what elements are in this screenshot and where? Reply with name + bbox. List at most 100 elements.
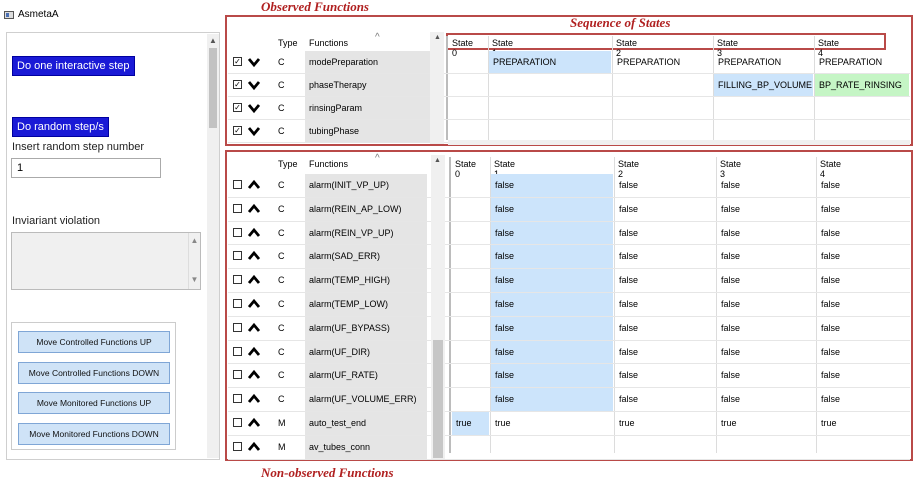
observed-function-name[interactable]: phaseTherapy [305,74,441,96]
non-observed-state-cell[interactable] [615,436,715,459]
non-observed-state-cell[interactable]: false [615,317,715,340]
non-observed-state-cell[interactable] [452,198,489,221]
non-observed-state-cell[interactable]: false [717,245,815,268]
chevron-up-icon[interactable] [247,321,261,335]
non-observed-state-cell[interactable]: false [717,317,815,340]
chevron-up-icon[interactable] [247,178,261,192]
observe-checkbox[interactable] [233,394,242,404]
non-observed-state-cell[interactable] [491,436,613,459]
observe-checkbox-checked[interactable]: ✓ [233,80,242,89]
non-observed-function-name[interactable]: alarm(UF_BYPASS) [305,316,427,340]
interactive-step-button[interactable]: Do one interactive step [12,56,135,76]
non-observed-state-cell[interactable] [817,436,909,459]
chevron-up-icon[interactable] [247,202,261,216]
non-observed-function-name[interactable]: av_tubes_conn [305,435,427,459]
non-observed-state-cell[interactable]: false [717,364,815,387]
non-observed-state-cell[interactable] [452,341,489,364]
non-observed-function-name[interactable]: alarm(SAD_ERR) [305,245,427,269]
observe-checkbox[interactable] [233,227,242,237]
non-observed-state-cell[interactable]: false [491,269,613,292]
scroll-up-icon[interactable]: ▲ [434,34,441,41]
chevron-up-icon[interactable] [247,345,261,359]
observed-state-cell[interactable] [489,74,611,96]
non-observed-function-name[interactable]: alarm(INIT_VP_UP) [305,174,427,197]
move-controlled-down-button[interactable]: Move Controlled Functions DOWN [18,362,170,384]
observed-state-cell[interactable] [815,120,909,142]
observed-state-cell[interactable] [714,97,813,119]
non-observed-state-cell[interactable]: false [717,198,815,221]
observed-state-cell[interactable] [613,97,712,119]
non-observed-function-name[interactable]: alarm(UF_VOLUME_ERR) [305,388,427,411]
non-observed-state-cell[interactable]: false [491,364,613,388]
observed-horizontal-scrollbar[interactable] [448,140,910,145]
chevron-up-icon[interactable] [247,416,261,430]
non-observed-state-cell[interactable] [452,388,489,411]
observed-state-cell[interactable] [449,51,487,73]
non-observed-state-cell[interactable]: false [491,174,613,197]
non-observed-state-cell[interactable]: false [717,341,815,364]
control-panel-scroll-thumb[interactable] [209,48,217,128]
observe-checkbox-checked[interactable]: ✓ [233,126,242,135]
observed-functions-scrollbar[interactable] [430,32,444,144]
non-observed-function-name[interactable]: alarm(REIN_AP_LOW) [305,197,427,221]
non-observed-state-cell[interactable]: false [817,222,909,245]
non-observed-state-cell[interactable]: false [717,269,815,292]
observed-functions-header[interactable]: Functions [309,38,348,48]
chevron-down-icon[interactable] [247,124,261,138]
non-observed-state-cell[interactable] [452,293,489,316]
observed-state-cell[interactable] [714,120,813,142]
non-observed-state-cell[interactable]: false [615,341,715,364]
non-observed-state-cell[interactable] [452,222,489,245]
observe-checkbox[interactable] [233,180,242,189]
non-observed-state-cell[interactable]: false [491,293,613,316]
non-observed-state-cell[interactable]: false [817,341,909,364]
non-observed-state-cell[interactable]: false [817,388,909,411]
non-observed-state-cell[interactable]: false [817,198,909,221]
chevron-up-icon[interactable] [247,440,261,454]
non-observed-state-cell[interactable]: false [717,388,815,411]
observed-state-cell[interactable] [449,74,487,96]
non-observed-state-cell[interactable]: false [491,388,613,411]
observed-state-cell[interactable] [449,120,487,142]
non-observed-function-name[interactable]: alarm(TEMP_LOW) [305,293,427,316]
non-observed-state-cell[interactable]: false [717,174,815,197]
non-observed-state-cell[interactable]: false [615,364,715,387]
non-observed-state-cell[interactable] [452,317,489,340]
non-observed-state-cell[interactable]: false [615,388,715,411]
observe-checkbox[interactable] [233,251,242,261]
non-observed-state-cell[interactable]: false [615,293,715,316]
invariant-violation-textarea[interactable] [11,232,201,290]
non-observed-function-name[interactable]: alarm(REIN_VP_UP) [305,221,427,245]
non-observed-state-cell[interactable]: false [491,197,613,221]
observe-checkbox[interactable] [233,322,242,332]
observed-state-cell[interactable] [449,97,487,119]
scroll-up-icon[interactable]: ▲ [434,157,441,164]
non-observed-state-cell[interactable]: false [491,221,613,245]
observed-function-name[interactable]: modePreparation [305,51,441,73]
chevron-down-icon[interactable] [247,101,261,115]
invariant-scrollbar[interactable]: ▲ ▼ [188,233,200,289]
observed-state-cell[interactable] [613,120,712,142]
non-observed-state-cell[interactable]: true [717,412,815,435]
observe-checkbox[interactable] [233,441,242,451]
non-observed-state-cell[interactable] [452,245,489,268]
observed-state-cell[interactable]: PREPARATION [489,51,611,73]
move-controlled-up-button[interactable]: Move Controlled Functions UP [18,331,170,353]
non-observed-function-name[interactable]: alarm(TEMP_HIGH) [305,269,427,292]
scroll-down-icon[interactable]: ▼ [189,275,200,284]
non-observed-state-cell[interactable]: false [817,317,909,340]
non-observed-state-cell[interactable]: true [452,412,489,435]
non-observed-state-cell[interactable]: false [491,245,613,269]
non-observed-scroll-thumb[interactable] [433,340,443,458]
move-monitored-up-button[interactable]: Move Monitored Functions UP [18,392,170,414]
chevron-down-icon[interactable] [247,78,261,92]
chevron-up-icon[interactable] [247,226,261,240]
non-observed-type-header[interactable]: Type [278,159,298,169]
observe-checkbox[interactable] [233,370,242,380]
non-observed-state-cell[interactable] [452,436,489,459]
non-observed-function-name[interactable]: alarm(UF_DIR) [305,340,427,364]
non-observed-state-cell[interactable] [717,436,815,459]
observed-state-cell[interactable] [613,74,712,96]
observed-state-cell[interactable]: BP_RATE_RINSING [815,74,909,96]
observe-checkbox[interactable] [233,346,242,356]
